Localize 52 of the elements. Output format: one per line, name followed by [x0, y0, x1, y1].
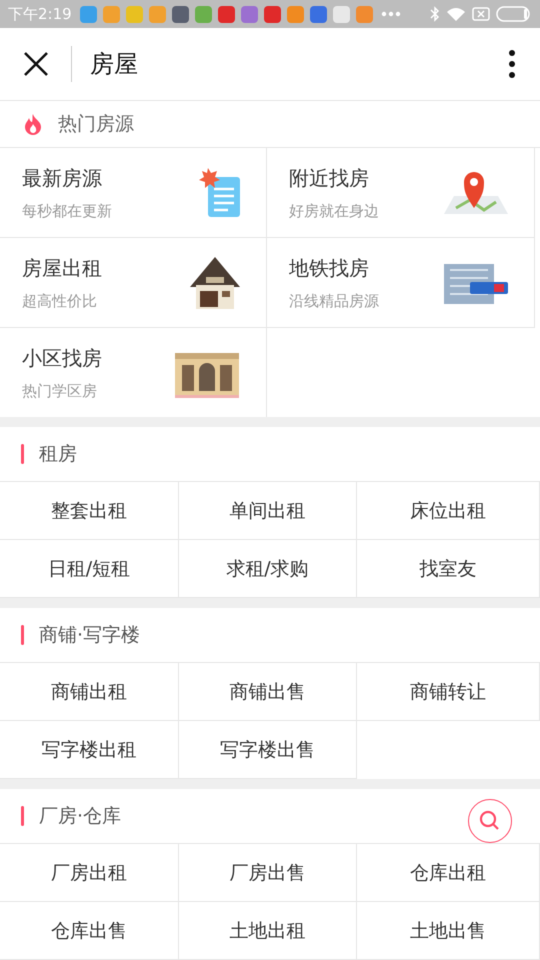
bluetooth-icon: [430, 6, 440, 22]
category-link[interactable]: 写字楼出售: [179, 721, 357, 779]
tile-subtitle: 热门学区房: [22, 382, 98, 400]
listing-tile[interactable]: 地铁找房 沿线精品房源: [267, 238, 535, 328]
tile-title: 最新房源: [22, 164, 103, 192]
category-link[interactable]: 单间出租: [179, 482, 357, 540]
category-link[interactable]: 商铺转让: [357, 663, 540, 721]
category-link[interactable]: 床位出租: [357, 482, 540, 540]
section-title: 租房: [39, 442, 77, 467]
category-link[interactable]: 土地出租: [179, 902, 357, 960]
tile-title: 房屋出租: [22, 254, 102, 282]
menu-icon[interactable]: [508, 49, 516, 79]
status-time: 下午2:19: [8, 4, 72, 24]
document-icon: [198, 166, 242, 218]
tile-subtitle: 沿线精品房源: [289, 292, 379, 310]
category-link[interactable]: 商铺出租: [0, 663, 179, 721]
battery-icon: [496, 6, 532, 22]
category-link[interactable]: 土地出售: [357, 902, 540, 960]
listing-tile[interactable]: 附近找房 好房就在身边: [267, 148, 535, 238]
category-link[interactable]: 找室友: [357, 540, 540, 598]
category-link[interactable]: 日租/短租: [0, 540, 179, 598]
search-button[interactable]: [468, 799, 512, 843]
tile-subtitle: 好房就在身边: [289, 202, 379, 220]
category-link[interactable]: 整套出租: [0, 482, 179, 540]
section-title: 热门房源: [58, 112, 134, 137]
tile-title: 地铁找房: [289, 254, 370, 282]
accent-bar: [21, 625, 24, 645]
section-title: 厂房·仓库: [39, 804, 122, 829]
more-icon: [380, 11, 401, 17]
house-icon: [188, 254, 242, 310]
category-link[interactable]: 写字楼出租: [0, 721, 179, 779]
section-title: 商铺·写字楼: [39, 623, 140, 648]
accent-bar: [21, 444, 24, 464]
listing-tile[interactable]: 最新房源 每秒都在更新: [0, 148, 267, 238]
category-link[interactable]: 厂房出租: [0, 844, 179, 902]
tile-title: 小区找房: [22, 344, 102, 372]
tile-subtitle: 超高性价比: [22, 292, 98, 310]
page-title: 房屋: [90, 49, 138, 80]
category-link[interactable]: 厂房出售: [179, 844, 357, 902]
flame-icon: [24, 113, 42, 135]
category-link[interactable]: 商铺出售: [179, 663, 357, 721]
category-link[interactable]: 仓库出租: [357, 844, 540, 902]
wifi-icon: [446, 6, 466, 22]
category-link[interactable]: 仓库出售: [0, 902, 179, 960]
tile-subtitle: 每秒都在更新: [22, 202, 112, 220]
category-link[interactable]: 求租/求购: [179, 540, 357, 598]
listing-tile[interactable]: 小区找房 热门学区房: [0, 328, 267, 417]
close-icon[interactable]: [23, 51, 49, 77]
accent-bar: [21, 806, 24, 826]
sim-icon: [472, 7, 490, 21]
tile-title: 附近找房: [289, 164, 370, 192]
listing-tile[interactable]: 房屋出租 超高性价比: [0, 238, 267, 328]
